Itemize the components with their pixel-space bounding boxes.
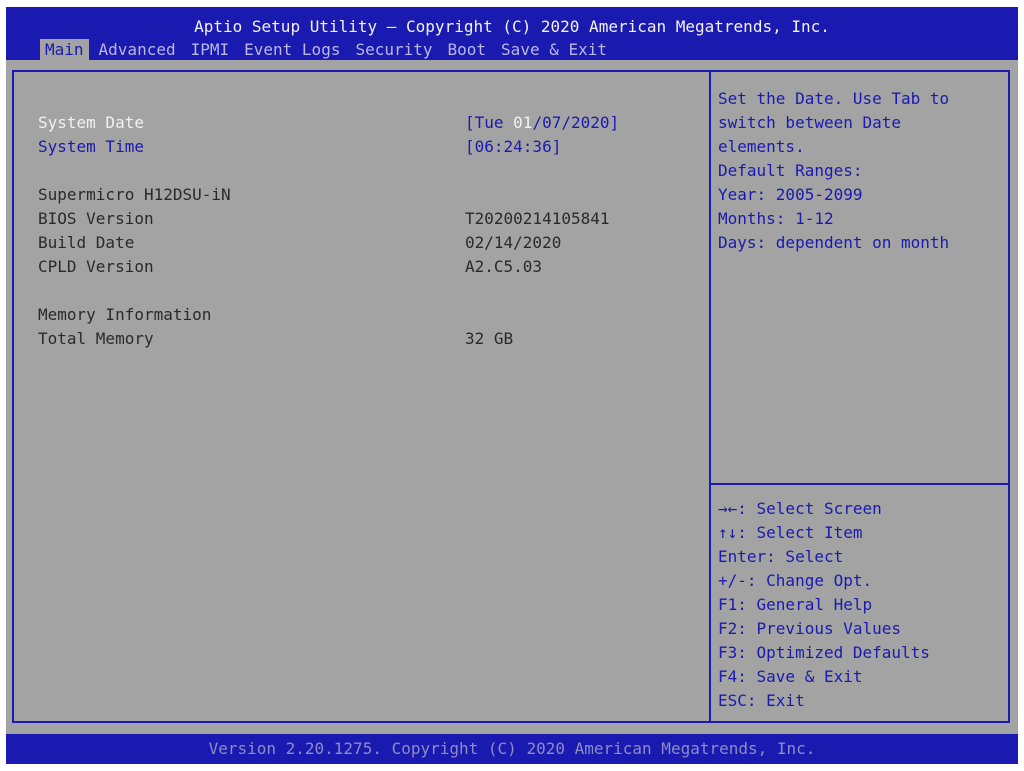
tab-main[interactable]: Main xyxy=(40,39,89,61)
title-bar: Aptio Setup Utility – Copyright (C) 2020… xyxy=(6,7,1018,61)
bios-screen: Aptio Setup Utility – Copyright (C) 2020… xyxy=(6,7,1018,764)
help-line: Months: 1-12 xyxy=(718,209,834,228)
key-f4: F4: Save & Exit xyxy=(718,667,863,686)
build-date-label: Build Date xyxy=(38,233,135,252)
help-line: Default Ranges: xyxy=(718,161,863,180)
key-enter: Enter: Select xyxy=(718,547,844,566)
footer-bar: Version 2.20.1275. Copyright (C) 2020 Am… xyxy=(6,734,1018,764)
menu-tabs: Main Advanced IPMI Event Logs Security B… xyxy=(40,39,617,61)
system-time-value[interactable]: [06:24:36] xyxy=(465,136,561,158)
board-name: Supermicro H12DSU-iN xyxy=(38,185,231,204)
cpld-version-label: CPLD Version xyxy=(38,257,154,276)
tab-security[interactable]: Security xyxy=(350,39,437,61)
tab-save-exit[interactable]: Save & Exit xyxy=(496,39,612,61)
key-select-screen: →←: Select Screen xyxy=(718,499,882,518)
tab-event-logs[interactable]: Event Logs xyxy=(239,39,345,61)
total-memory-value: 32 GB xyxy=(465,329,514,348)
key-change-opt: +/-: Change Opt. xyxy=(718,571,873,590)
bios-version-label: BIOS Version xyxy=(38,209,154,228)
utility-title: Aptio Setup Utility – Copyright (C) 2020… xyxy=(194,17,830,36)
help-line: Set the Date. Use Tab to xyxy=(718,89,950,108)
help-line: Days: dependent on month xyxy=(718,233,950,252)
build-date-value: 02/14/2020 xyxy=(465,233,562,252)
date-value-suffix: /07/2020] xyxy=(532,113,620,132)
bios-version-value: T20200214105841 xyxy=(465,209,610,228)
help-line: elements. xyxy=(718,137,805,156)
tab-advanced[interactable]: Advanced xyxy=(94,39,181,61)
key-f2: F2: Previous Values xyxy=(718,619,902,638)
panel-divider xyxy=(709,70,711,723)
cpld-version-value: A2.C5.03 xyxy=(465,257,543,276)
system-date-label[interactable]: System Date xyxy=(38,112,144,134)
help-line: Year: 2005-2099 xyxy=(718,185,863,204)
help-line: switch between Date xyxy=(718,113,902,132)
date-value-prefix: [Tue xyxy=(465,113,514,132)
date-selected-field[interactable]: 01 xyxy=(513,113,532,132)
system-time-label[interactable]: System Time xyxy=(38,136,144,158)
memory-info-heading: Memory Information xyxy=(38,305,212,324)
key-f1: F1: General Help xyxy=(718,595,873,614)
version-text: Version 2.20.1275. Copyright (C) 2020 Am… xyxy=(208,739,816,758)
tab-ipmi[interactable]: IPMI xyxy=(186,39,235,61)
key-select-item: ↑↓: Select Item xyxy=(718,523,863,542)
total-memory-label: Total Memory xyxy=(38,329,154,348)
system-date-value[interactable]: [Tue 01/07/2020] xyxy=(465,112,619,134)
tab-boot[interactable]: Boot xyxy=(443,39,492,61)
key-f3: F3: Optimized Defaults xyxy=(718,643,930,662)
help-divider xyxy=(711,483,1010,485)
key-esc: ESC: Exit xyxy=(718,691,805,710)
